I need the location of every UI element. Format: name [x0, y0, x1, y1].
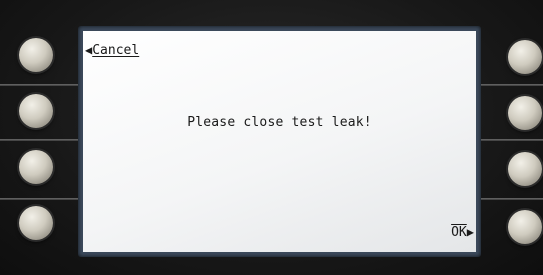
- display-screen: ◀Cancel Please close test leak! OK▶: [83, 31, 476, 252]
- right-button-1[interactable]: [508, 40, 542, 74]
- ok-label: OK: [451, 225, 467, 240]
- arrow-right-icon: ▶: [466, 225, 474, 239]
- left-divider-2: [0, 139, 80, 141]
- right-button-4[interactable]: [508, 210, 542, 244]
- right-divider-2: [481, 139, 543, 141]
- device-panel: ◀Cancel Please close test leak! OK▶: [0, 0, 543, 275]
- status-message: Please close test leak!: [187, 115, 372, 130]
- right-button-2[interactable]: [508, 96, 542, 130]
- left-divider-3: [0, 198, 80, 200]
- left-divider-1: [0, 84, 80, 86]
- cancel-label: Cancel: [92, 43, 140, 58]
- right-divider-1: [481, 84, 543, 86]
- cancel-softkey[interactable]: ◀Cancel: [85, 43, 139, 58]
- left-button-1[interactable]: [19, 38, 53, 72]
- left-button-3[interactable]: [19, 150, 53, 184]
- left-button-2[interactable]: [19, 94, 53, 128]
- ok-softkey[interactable]: OK▶: [451, 225, 474, 240]
- right-button-3[interactable]: [508, 152, 542, 186]
- left-button-4[interactable]: [19, 206, 53, 240]
- right-divider-3: [481, 198, 543, 200]
